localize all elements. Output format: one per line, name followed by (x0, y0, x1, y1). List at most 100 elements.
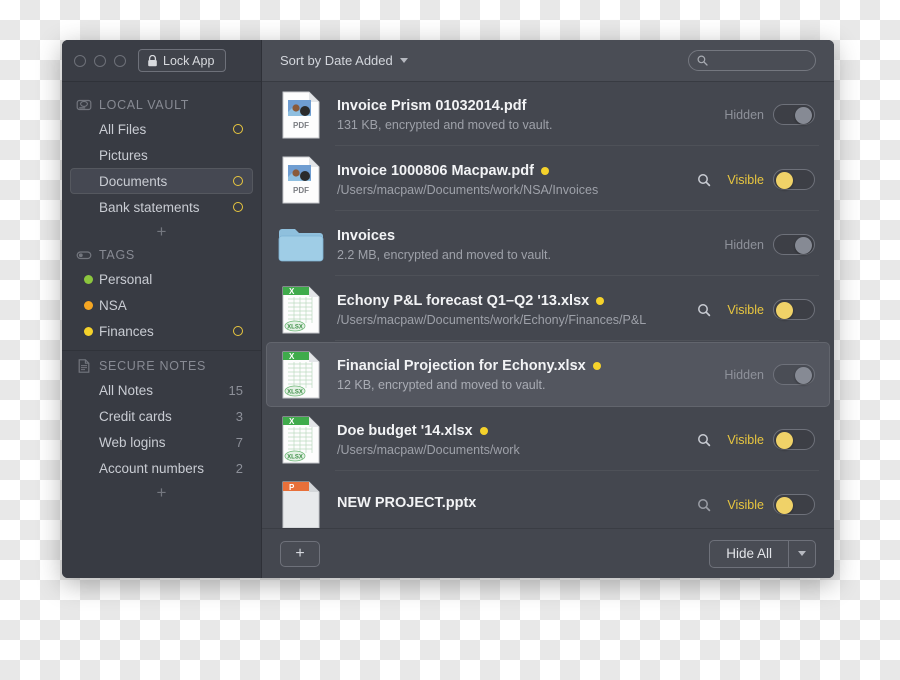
status-badge: Visible (727, 432, 764, 447)
reveal-in-finder-icon[interactable] (697, 303, 711, 317)
visibility-toggle[interactable] (773, 299, 815, 320)
close-button[interactable] (74, 54, 86, 67)
sort-label: Sort by Date Added (280, 53, 393, 68)
file-subtitle: 2.2 MB, encrypted and moved to vault. (337, 247, 552, 262)
add-secure-note-button[interactable]: + (62, 481, 261, 503)
svg-text:XLSX: XLSX (287, 324, 303, 330)
file-title: Doe budget '14.xlsx (337, 422, 473, 439)
hard-drive-icon (76, 97, 92, 113)
svg-text:X: X (289, 352, 295, 361)
sidebar-item-account-numbers[interactable]: Account numbers 2 (70, 455, 253, 481)
xlsx-file-icon: X XLSX (277, 284, 325, 336)
lock-app-button[interactable]: Lock App (138, 49, 227, 72)
sidebar-item-credit-cards[interactable]: Credit cards 3 (70, 403, 253, 429)
hide-all-dropdown-button[interactable] (788, 540, 815, 567)
file-controls: Visible (687, 169, 815, 190)
status-badge: Hidden (724, 107, 764, 122)
zoom-button[interactable] (114, 54, 126, 67)
table-row[interactable]: PDF Invoice Prism 01032014.pdf 131 KB, e… (266, 82, 830, 147)
sidebar-item-label: All Notes (99, 382, 154, 398)
file-info: Invoice 1000806 Macpaw.pdf /Users/macpaw… (337, 163, 687, 197)
tag-color-dot-icon (84, 326, 93, 336)
file-info: Invoice Prism 01032014.pdf 131 KB, encry… (337, 98, 710, 132)
sidebar-section-title: TAGS (99, 248, 135, 262)
pdf-file-icon: PDF (277, 89, 325, 141)
visibility-toggle[interactable] (773, 364, 815, 385)
sidebar-item-pictures[interactable]: Pictures (70, 142, 253, 168)
file-title-row: Invoices (337, 228, 710, 244)
tag-color-dot-icon (479, 426, 488, 435)
minimize-button[interactable] (94, 54, 106, 67)
file-title: Echony P&L forecast Q1–Q2 '13.xlsx (337, 292, 590, 309)
search-field[interactable] (688, 50, 816, 71)
file-title-row: NEW PROJECT.pptx (337, 495, 687, 511)
file-title: Invoice 1000806 Macpaw.pdf (337, 162, 534, 179)
sidebar-item-count: 3 (235, 408, 243, 424)
sidebar-item-label: Account numbers (99, 460, 205, 476)
file-subtitle: 12 KB, encrypted and moved to vault. (337, 377, 546, 392)
file-controls: Visible (687, 429, 815, 450)
lock-icon (147, 54, 158, 67)
status-badge: Visible (727, 172, 764, 187)
sidebar-section-title: LOCAL VAULT (99, 98, 190, 112)
sidebar-item-bank-statements[interactable]: Bank statements (70, 194, 253, 220)
sidebar-item-label: Credit cards (99, 408, 172, 424)
visibility-toggle[interactable] (773, 234, 815, 255)
toggle-knob (795, 366, 812, 384)
app-window: Lock App LOCAL VAULT All Files Pictures … (62, 40, 834, 578)
file-title-row: Invoice Prism 01032014.pdf (337, 98, 710, 114)
main-toolbar: Sort by Date Added (262, 40, 834, 82)
sort-dropdown[interactable]: Sort by Date Added (280, 53, 408, 68)
sidebar-body: LOCAL VAULT All Files Pictures Documents… (62, 82, 261, 578)
reveal-in-finder-icon[interactable] (697, 498, 711, 512)
reveal-in-finder-icon[interactable] (697, 433, 711, 447)
hide-all-button[interactable]: Hide All (710, 541, 788, 567)
file-info: Invoices 2.2 MB, encrypted and moved to … (337, 228, 710, 262)
visibility-toggle[interactable] (773, 104, 815, 125)
add-vault-folder-button[interactable]: + (62, 220, 261, 242)
tag-toggle-icon (76, 247, 92, 263)
table-row[interactable]: X XLSX Doe budget '14.xlsx /Users/macpaw… (266, 407, 830, 472)
file-controls: Hidden (710, 364, 815, 385)
sidebar-item-all-files[interactable]: All Files (70, 116, 253, 142)
file-title-row: Doe budget '14.xlsx (337, 423, 687, 439)
traffic-light-controls[interactable] (74, 54, 126, 67)
tag-color-dot-icon (84, 274, 93, 284)
sidebar-item-label: NSA (99, 297, 127, 313)
status-badge: Visible (727, 497, 764, 512)
file-controls: Visible (687, 494, 815, 515)
folder-icon (277, 219, 325, 271)
svg-text:P: P (289, 483, 295, 492)
tag-color-dot-icon (592, 361, 601, 370)
table-row[interactable]: Invoices 2.2 MB, encrypted and moved to … (266, 212, 830, 277)
visibility-toggle[interactable] (773, 494, 815, 515)
sidebar-item-tag-finances[interactable]: Finances (70, 318, 253, 344)
sidebar-item-label: Web logins (99, 434, 166, 450)
toggle-knob (776, 431, 793, 449)
table-row[interactable]: X XLSX Financial Projection for Echony.x… (266, 342, 830, 407)
table-row[interactable]: X XLSX Echony P&L forecast Q1–Q2 '13.xls… (266, 277, 830, 342)
svg-text:X: X (289, 417, 295, 426)
sidebar-item-label: Personal (99, 271, 153, 287)
file-title-row: Echony P&L forecast Q1–Q2 '13.xlsx (337, 293, 687, 309)
file-subtitle: /Users/macpaw/Documents/work/NSA/Invoice… (337, 182, 599, 197)
sidebar-item-documents[interactable]: Documents (70, 168, 253, 194)
sidebar-item-label: Pictures (99, 147, 148, 163)
file-title: Financial Projection for Echony.xlsx (337, 357, 586, 374)
sidebar-item-all-notes[interactable]: All Notes 15 (70, 377, 253, 403)
table-row[interactable]: P NEW PROJECT.pptx Visible (266, 472, 830, 528)
search-input[interactable] (713, 53, 807, 68)
sidebar-item-tag-personal[interactable]: Personal (70, 266, 253, 292)
add-file-button[interactable]: + (280, 540, 320, 567)
lock-app-label: Lock App (163, 53, 215, 68)
vault-status-ring-icon (233, 326, 243, 336)
file-list[interactable]: PDF Invoice Prism 01032014.pdf 131 KB, e… (262, 82, 834, 528)
table-row[interactable]: PDF Invoice 1000806 Macpaw.pdf /Users/ma… (266, 147, 830, 212)
visibility-toggle[interactable] (773, 169, 815, 190)
reveal-in-finder-icon[interactable] (697, 173, 711, 187)
visibility-toggle[interactable] (773, 429, 815, 450)
main-panel: Sort by Date Added PDF Invoice Prism 010… (262, 40, 834, 578)
file-info: Financial Projection for Echony.xlsx 12 … (337, 358, 710, 392)
sidebar-item-web-logins[interactable]: Web logins 7 (70, 429, 253, 455)
sidebar-item-tag-nsa[interactable]: NSA (70, 292, 253, 318)
